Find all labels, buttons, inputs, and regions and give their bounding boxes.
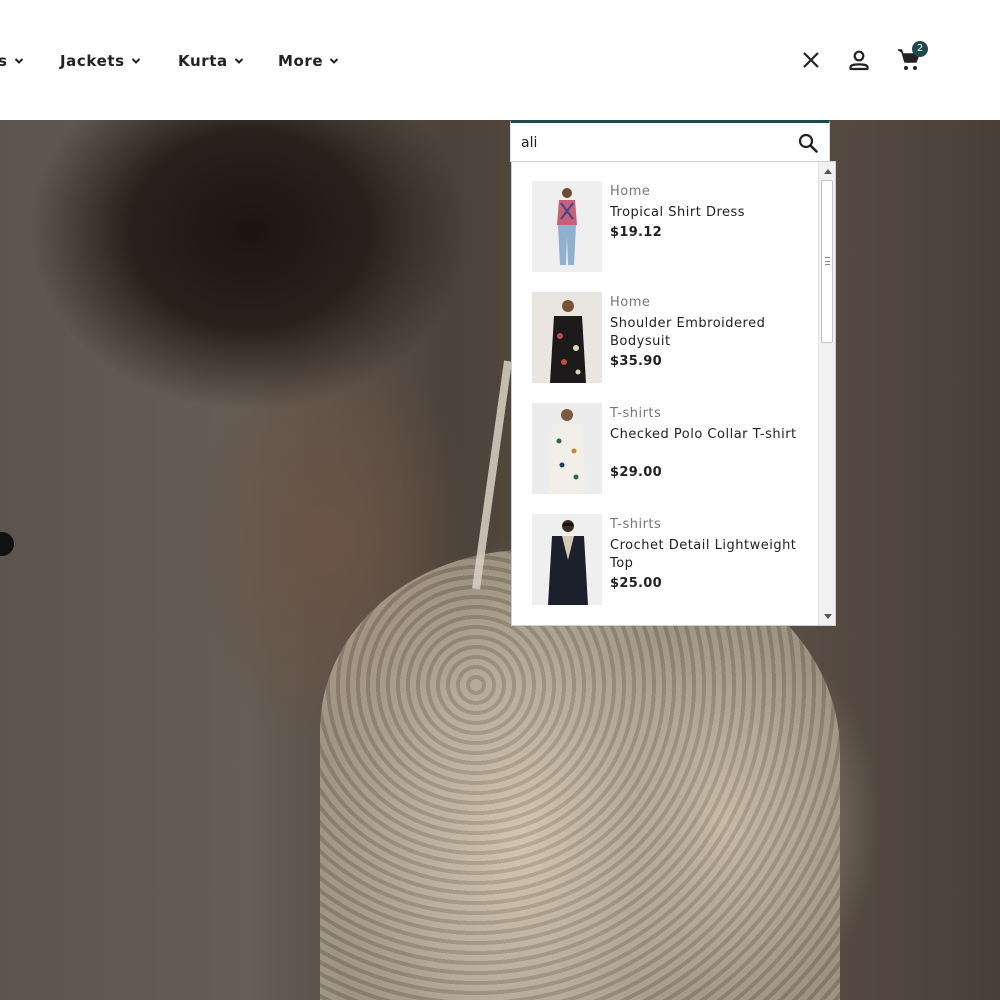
nav-item-jackets[interactable]: Jackets [60,48,141,74]
nav-item-label: Kurta [178,52,228,70]
nav-item-label: s [0,52,8,70]
result-name: Shoulder Embroidered Bodysuit [610,316,766,349]
result-name: Crochet Detail Lightweight Top [610,538,797,571]
result-price: $29.00 [610,465,662,480]
search-button[interactable] [795,130,821,156]
result-category: Home [610,295,651,310]
user-icon [849,50,869,71]
result-price: $25.00 [610,576,662,591]
result-name: Tropical Shirt Dress [610,205,746,220]
product-thumbnail [532,292,602,383]
chevron-down-icon [329,56,339,66]
search-result-item[interactable]: T-shirts Crochet Detail Lightweight Top … [532,514,812,606]
search-icon [798,133,818,153]
caret-up-icon [823,168,832,174]
nav-item-partial[interactable]: s [0,48,24,74]
chevron-down-icon [234,56,244,66]
product-thumbnail [532,403,602,494]
result-category: T-shirts [610,406,662,421]
caret-down-icon [823,613,832,619]
result-price: $19.12 [610,225,662,240]
search-bar [510,120,830,162]
nav-item-kurta[interactable]: Kurta [178,48,244,74]
grip-icon [825,257,830,265]
search-result-item[interactable]: T-shirts Checked Polo Collar T-shirt $29… [532,403,812,495]
slider-dot[interactable] [0,532,14,556]
product-thumbnail [532,181,602,272]
result-price: $35.90 [610,354,662,369]
product-thumbnail [532,514,602,605]
result-category: T-shirts [610,517,662,532]
scroll-down-button[interactable] [819,608,836,624]
close-search-button[interactable] [795,44,827,76]
scroll-up-button[interactable] [819,163,836,179]
chevron-down-icon [14,56,24,66]
search-result-item[interactable]: Home Tropical Shirt Dress $19.12 [532,181,812,273]
search-result-item[interactable]: Home Shoulder Embroidered Bodysuit $35.9… [532,292,812,384]
nav-item-more[interactable]: More [278,48,339,74]
result-name: Checked Polo Collar T-shirt [610,427,797,442]
nav-item-label: Jackets [60,52,125,70]
hero-banner-image [0,120,1000,1000]
account-button[interactable] [843,44,875,76]
cart-count-badge: 2 [912,41,928,57]
search-input[interactable] [521,130,781,156]
scrollbar-thumb[interactable] [821,180,833,343]
nav-item-label: More [278,52,324,70]
site-header: s Jackets Kurta More 2 [0,0,1000,120]
result-category: Home [610,184,651,199]
search-results-dropdown: Home Tropical Shirt Dress $19.12 Home Sh… [511,161,836,626]
chevron-down-icon [131,56,141,66]
results-scrollbar[interactable] [818,162,835,625]
close-icon [803,52,819,68]
